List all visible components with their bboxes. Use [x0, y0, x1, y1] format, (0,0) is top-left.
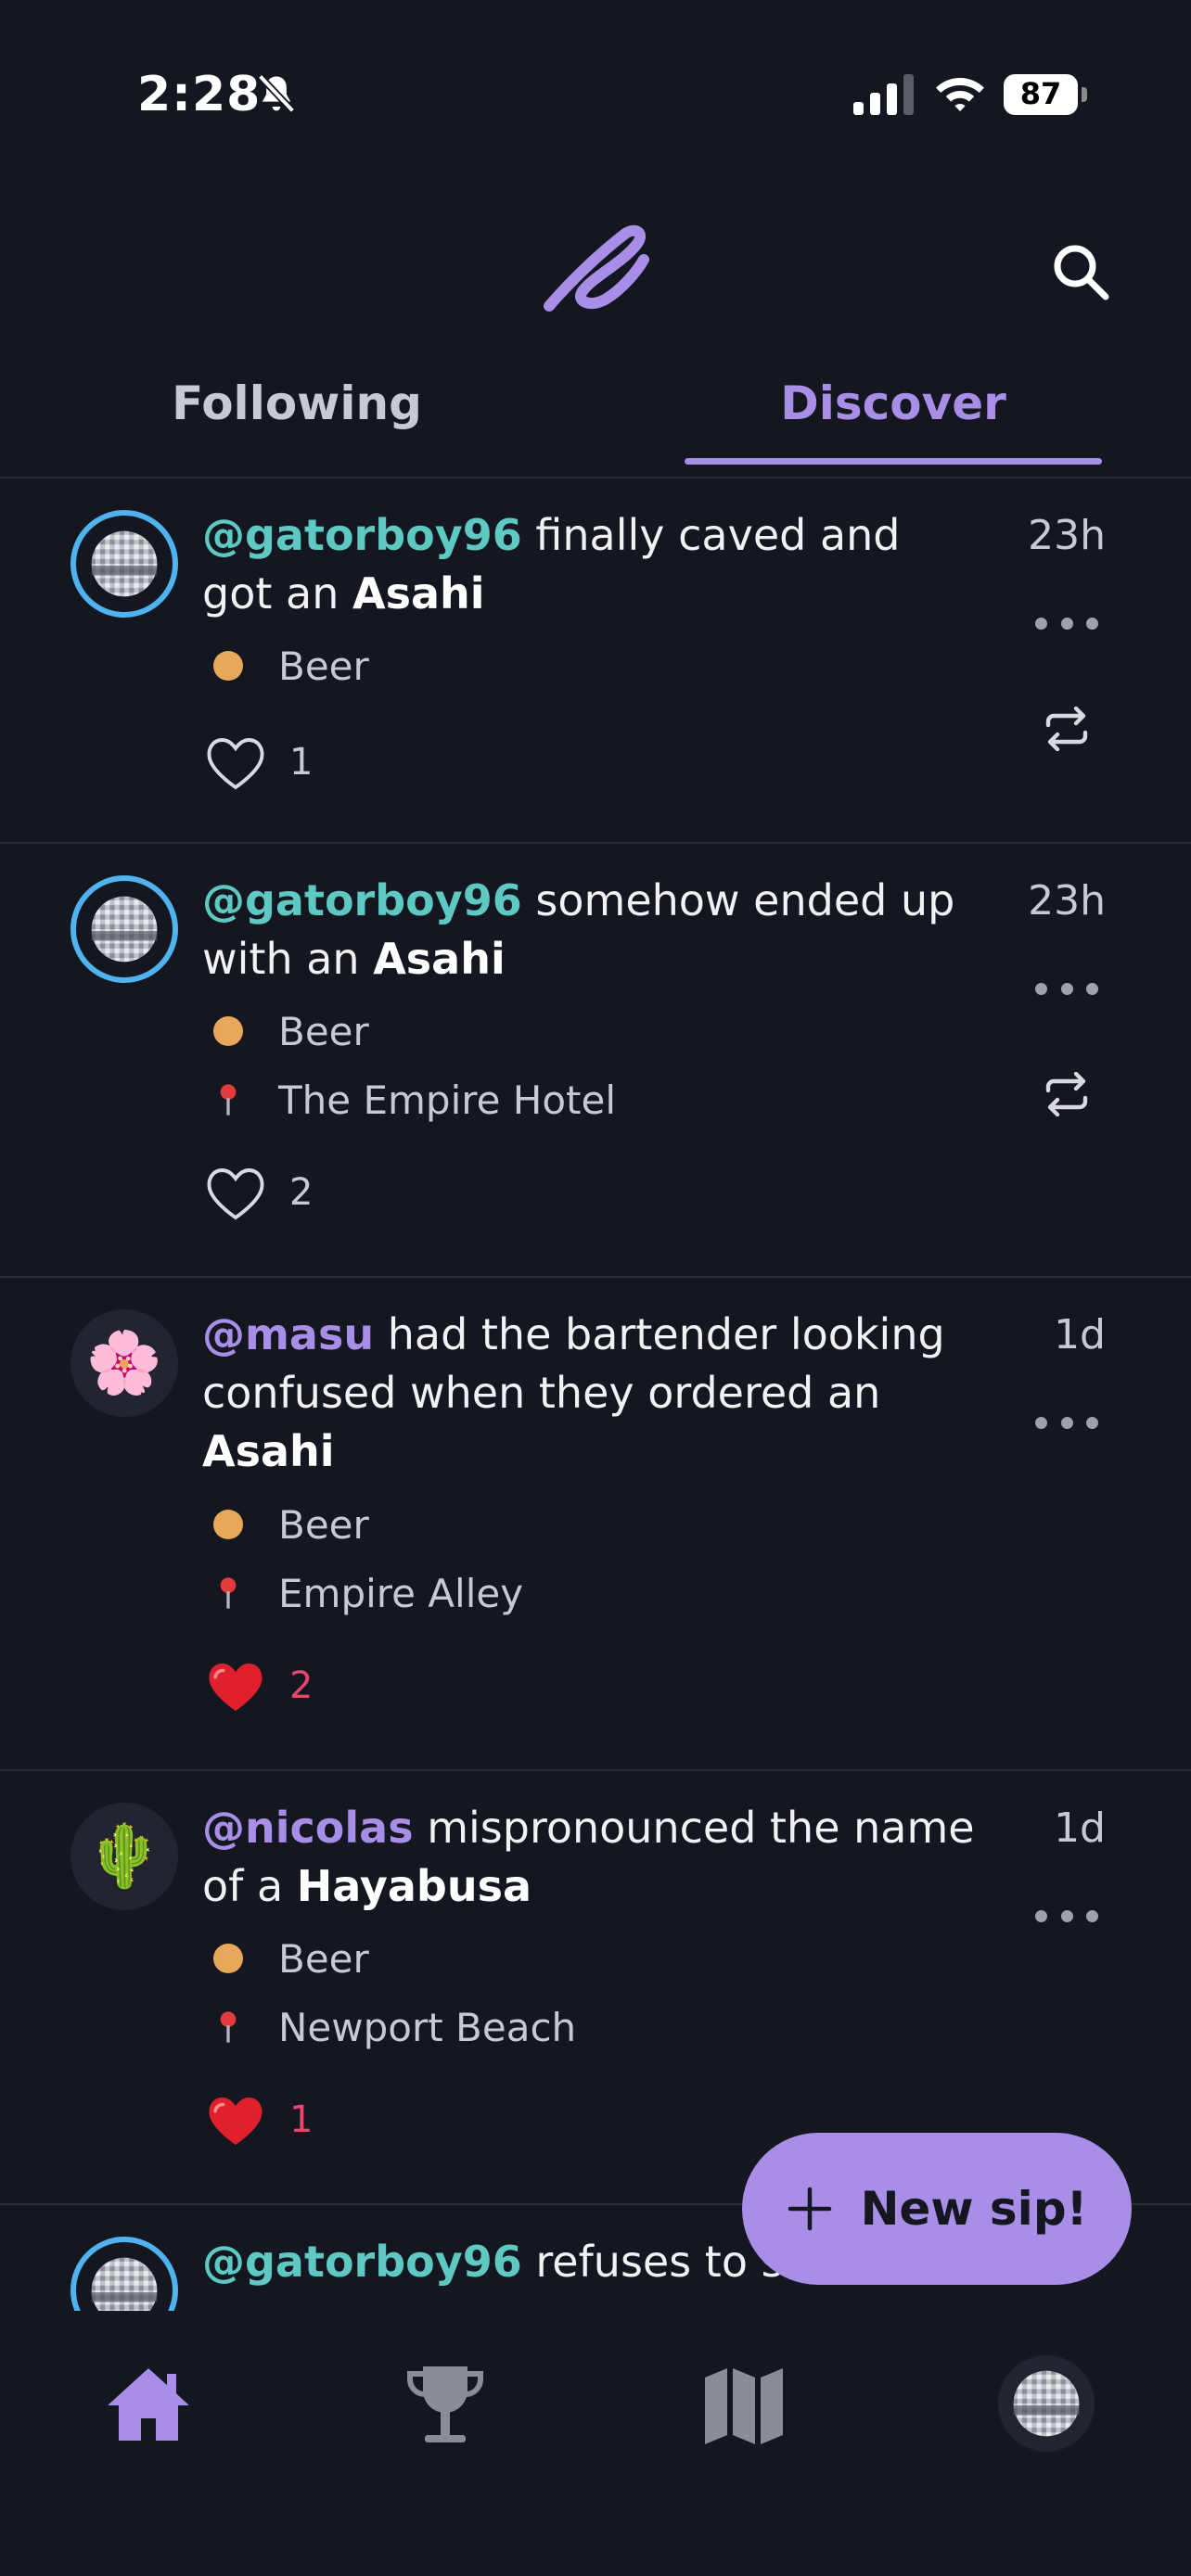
status-bar: 2:28 87 — [0, 0, 1191, 185]
repost-icon[interactable] — [1039, 1072, 1095, 1116]
category-label: Beer — [278, 1008, 369, 1054]
post-location[interactable]: Empire Alley — [202, 1567, 523, 1619]
post-time: 23h — [1028, 512, 1106, 559]
trophy-icon[interactable] — [399, 2359, 492, 2452]
beer-dot-icon — [213, 1016, 243, 1046]
like-button[interactable]: 2 — [202, 1155, 313, 1230]
map-icon[interactable] — [698, 2359, 790, 2452]
post-text: @gatorboy96 somehow ended up with an Asa… — [202, 872, 981, 988]
post-drink[interactable]: Asahi — [373, 934, 506, 984]
heart-filled-icon — [209, 1664, 263, 1711]
bell-muted-icon — [257, 73, 296, 113]
avatar[interactable]: 🌸 — [70, 1309, 178, 1417]
post-drink[interactable]: Asahi — [202, 1426, 335, 1476]
post-handle[interactable]: @nicolas — [202, 1803, 414, 1853]
drink-category: Beer — [202, 1498, 369, 1550]
drink-category: Beer — [202, 640, 369, 692]
category-label: Beer — [278, 1935, 369, 1982]
search-icon[interactable] — [1048, 239, 1113, 304]
post-time: 23h — [1028, 877, 1106, 925]
like-button[interactable]: 2 — [202, 1649, 313, 1723]
heart-outline-icon — [207, 1168, 264, 1220]
more-options-button[interactable] — [1035, 1905, 1098, 1927]
heart-filled-icon — [209, 2098, 263, 2145]
pin-icon — [202, 1074, 254, 1126]
location-label: The Empire Hotel — [278, 1077, 617, 1123]
post-handle[interactable]: @masu — [202, 1309, 374, 1359]
pin-icon — [202, 2001, 254, 2053]
post-text: @nicolas mispronounced the name of a Hay… — [202, 1799, 981, 1916]
cellular-signal-icon — [853, 74, 914, 115]
new-sip-button[interactable]: New sip! — [742, 2133, 1132, 2285]
category-label: Beer — [278, 643, 369, 689]
post-text: @masu had the bartender looking confused… — [202, 1306, 981, 1481]
post-handle[interactable]: @gatorboy96 — [202, 510, 522, 560]
category-label: Beer — [278, 1501, 369, 1548]
like-count: 2 — [289, 1171, 314, 1214]
post-time: 1d — [1054, 1311, 1106, 1358]
post-location[interactable]: The Empire Hotel — [202, 1074, 616, 1126]
post-text: @gatorboy96 finally caved and got an Asa… — [202, 506, 981, 623]
feed-post[interactable]: @gatorboy96 finally caved and got an Asa… — [0, 478, 1191, 844]
like-count: 1 — [289, 741, 314, 784]
post-location[interactable]: Newport Beach — [202, 2001, 576, 2053]
cherry-blossom-emoji: 🌸 — [85, 1327, 163, 1398]
sip-logo-icon — [544, 224, 649, 312]
post-handle[interactable]: @gatorboy96 — [202, 875, 522, 925]
location-label: Newport Beach — [278, 2004, 577, 2050]
new-sip-label: New sip! — [860, 2182, 1088, 2236]
more-options-button[interactable] — [1035, 977, 1098, 1000]
profile-avatar[interactable] — [998, 2355, 1095, 2452]
disco-ball-icon — [91, 896, 158, 963]
tab-discover[interactable]: Discover — [685, 376, 1102, 451]
tab-following[interactable]: Following — [74, 376, 519, 451]
plus-icon — [788, 2187, 831, 2231]
avatar[interactable] — [70, 510, 178, 618]
like-count: 1 — [289, 2098, 314, 2141]
battery-level: 87 — [1019, 76, 1062, 111]
cactus-emoji: 🌵 — [85, 1820, 163, 1892]
beer-dot-icon — [213, 1510, 243, 1539]
active-tab-indicator — [685, 458, 1102, 465]
feed-list: @gatorboy96 finally caved and got an Asa… — [0, 478, 1191, 2311]
like-count: 2 — [289, 1664, 314, 1707]
pin-icon — [202, 1567, 254, 1619]
repost-icon[interactable] — [1039, 707, 1095, 751]
avatar[interactable] — [70, 2237, 178, 2311]
beer-dot-icon — [213, 1944, 243, 1973]
drink-category: Beer — [202, 1005, 369, 1057]
post-drink[interactable]: Hayabusa — [297, 1861, 531, 1911]
feed-post[interactable]: @gatorboy96 somehow ended up with an Asa… — [0, 844, 1191, 1278]
more-options-button[interactable] — [1035, 612, 1098, 634]
home-icon[interactable] — [102, 2359, 195, 2452]
like-button[interactable]: 1 — [202, 2083, 313, 2157]
disco-ball-icon — [91, 2257, 158, 2311]
location-label: Empire Alley — [278, 1570, 524, 1616]
disco-ball-icon — [91, 530, 158, 597]
more-options-button[interactable] — [1035, 1411, 1098, 1434]
post-handle[interactable]: @gatorboy96 — [202, 2237, 522, 2287]
feed-tabs: Following Discover — [0, 371, 1191, 478]
feed-post[interactable]: 🌸 @masu had the bartender looking confus… — [0, 1278, 1191, 1771]
wifi-icon — [936, 78, 984, 111]
disco-ball-icon — [1013, 2370, 1080, 2437]
beer-dot-icon — [213, 651, 243, 681]
bottom-nav — [0, 2311, 1191, 2576]
battery-indicator: 87 — [1004, 74, 1087, 115]
post-drink[interactable]: Asahi — [352, 568, 485, 618]
avatar[interactable]: 🌵 — [70, 1803, 178, 1910]
avatar[interactable] — [70, 875, 178, 983]
status-time: 2:28 — [137, 67, 262, 122]
post-time: 1d — [1054, 1804, 1106, 1852]
like-button[interactable]: 1 — [202, 725, 313, 799]
drink-category: Beer — [202, 1932, 369, 1984]
heart-outline-icon — [207, 738, 264, 790]
